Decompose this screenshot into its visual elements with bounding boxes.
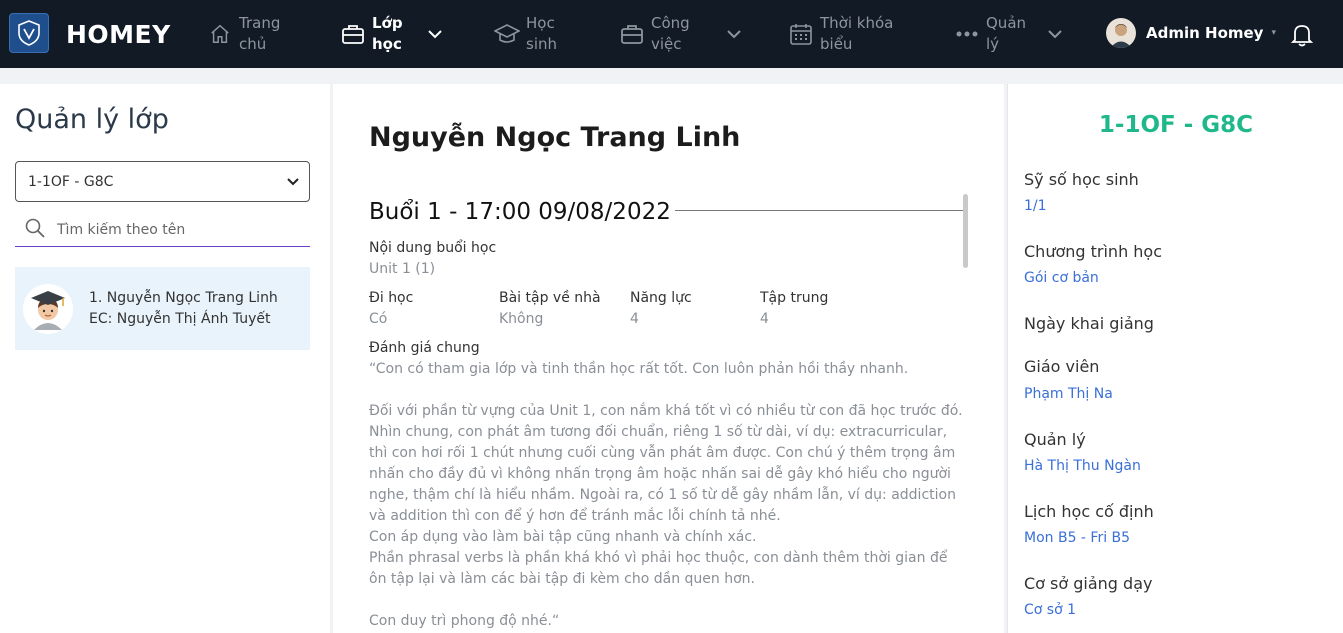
scrollbar[interactable] <box>963 194 968 268</box>
review-label: Đánh giá chung <box>369 340 480 356</box>
metric-value-focus: 4 <box>760 311 769 327</box>
nav-classes[interactable]: Lớp học <box>340 10 442 58</box>
review-text: “Con có tham gia lớp và tinh thần học rấ… <box>369 361 963 629</box>
home-icon <box>207 21 233 47</box>
nav-home-label: Trang chủ <box>239 14 281 53</box>
session-detail-panel: Nguyễn Ngọc Trang Linh Buổi 1 - 17:00 09… <box>333 84 1004 633</box>
metric-value-attendance: Có <box>369 311 388 327</box>
info-value-schedule: Mon B5 - Fri B5 <box>1024 530 1131 546</box>
chevron-down-icon[interactable] <box>428 24 442 45</box>
logo[interactable] <box>9 13 49 53</box>
content-label: Nội dung buổi học <box>369 240 497 256</box>
chevron-down-icon[interactable] <box>1048 24 1062 45</box>
graduation-cap-icon <box>494 21 520 47</box>
metric-label-attendance: Đi học <box>369 290 414 306</box>
info-value-manager: Hà Thị Thu Ngàn <box>1024 458 1141 474</box>
briefcase-icon <box>619 21 645 47</box>
info-label-teacher: Giáo viên <box>1024 357 1100 376</box>
nav-tasks-label: Công việc <box>651 14 690 53</box>
brand-name[interactable]: HOMEY <box>66 20 171 49</box>
section-divider <box>663 210 963 211</box>
info-value-campus: Cơ sở 1 <box>1024 602 1077 618</box>
metric-value-ability: 4 <box>630 311 639 327</box>
user-menu[interactable]: Admin Homey ▾ <box>1106 18 1276 48</box>
info-label-schedule: Lịch học cố định <box>1024 502 1154 521</box>
nav-tasks[interactable]: Công việc <box>619 10 741 58</box>
student-ec: EC: Nguyễn Thị Ánh Tuyết <box>89 310 271 327</box>
info-label-size: Sỹ số học sinh <box>1024 170 1139 189</box>
avatar <box>1106 18 1136 48</box>
nav-classes-label: Lớp học <box>372 14 403 53</box>
info-label-manager: Quản lý <box>1024 430 1086 449</box>
more-icon <box>954 21 980 47</box>
session-title: Buổi 1 - 17:00 09/08/2022 <box>369 199 675 225</box>
bell-icon[interactable] <box>1290 22 1314 52</box>
student-list-item[interactable]: 1. Nguyễn Ngọc Trang Linh EC: Nguyễn Thị… <box>15 267 310 350</box>
class-select-value: 1-1OF - G8C <box>28 173 114 190</box>
user-name: Admin Homey <box>1146 24 1264 42</box>
info-label-start-date: Ngày khai giảng <box>1024 314 1154 333</box>
class-select[interactable]: 1-1OF - G8C <box>15 161 310 202</box>
class-list-panel: Quản lý lớp 1-1OF - G8C 1. Nguyễn Ngọc T… <box>0 84 330 633</box>
class-code: 1-1OF - G8C <box>1098 112 1254 138</box>
nav-schedule[interactable]: Thời khóa biểu <box>788 10 930 58</box>
info-value-teacher: Phạm Thị Na <box>1024 386 1113 402</box>
student-avatar <box>23 283 73 334</box>
info-value-size: 1/1 <box>1024 198 1047 214</box>
student-name: 1. Nguyễn Ngọc Trang Linh <box>89 289 278 306</box>
caret-down-icon[interactable]: ▾ <box>1271 28 1276 38</box>
student-title: Nguyễn Ngọc Trang Linh <box>369 122 741 153</box>
nav-management-label: Quản lý <box>986 14 1027 53</box>
class-info-panel: 1-1OF - G8C Sỹ số học sinh 1/1 Chương tr… <box>1007 84 1343 633</box>
search-icon <box>25 218 45 242</box>
metric-label-ability: Năng lực <box>630 290 692 306</box>
metric-value-homework: Không <box>499 311 544 327</box>
nav-schedule-label: Thời khóa biểu <box>820 14 894 53</box>
metric-label-focus: Tập trung <box>760 290 829 306</box>
metric-label-homework: Bài tập về nhà <box>499 290 601 306</box>
info-value-program: Gói cơ bản <box>1024 270 1099 286</box>
chevron-down-icon <box>287 174 299 190</box>
briefcase-icon <box>340 21 366 47</box>
search-input[interactable] <box>57 222 277 238</box>
nav-students[interactable]: Học sinh <box>494 10 588 58</box>
nav-management[interactable]: Quản lý <box>954 10 1062 58</box>
chevron-down-icon[interactable] <box>727 24 741 45</box>
nav-students-label: Học sinh <box>526 14 557 53</box>
info-label-campus: Cơ sở giảng dạy <box>1024 574 1153 593</box>
info-label-program: Chương trình học <box>1024 242 1163 261</box>
logo-shield-icon <box>18 20 40 46</box>
content-value: Unit 1 (1) <box>369 261 436 277</box>
calendar-icon <box>788 21 814 47</box>
nav-home[interactable]: Trang chủ <box>207 10 301 58</box>
search-box[interactable] <box>15 214 310 247</box>
panel-title: Quản lý lớp <box>15 104 169 135</box>
top-navbar: HOMEY Trang chủ Lớp học Học sinh Công vi… <box>0 0 1343 68</box>
